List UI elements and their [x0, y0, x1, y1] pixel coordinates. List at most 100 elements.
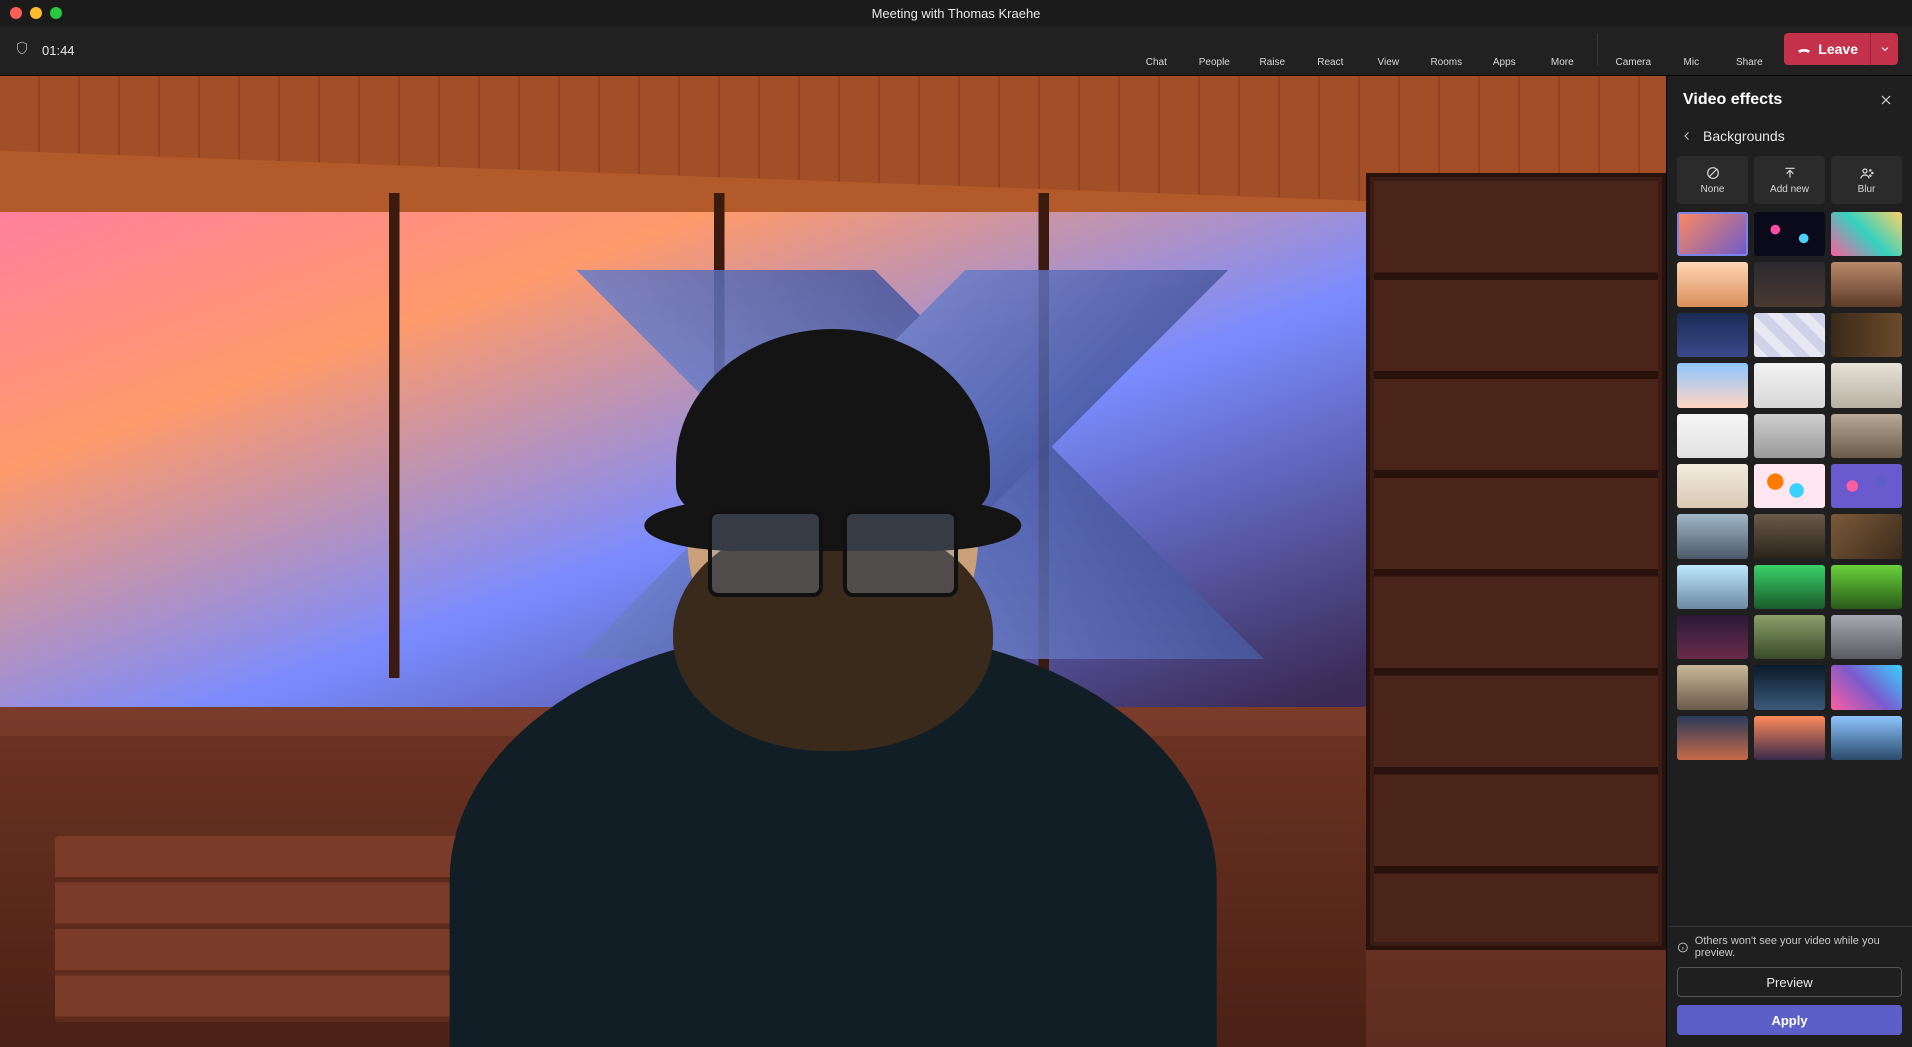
- background-thumb-planet-horizon[interactable]: [1754, 665, 1825, 709]
- rooms-label: Rooms: [1430, 57, 1462, 68]
- preview-label: Preview: [1766, 975, 1812, 990]
- raise-label: Raise: [1260, 57, 1286, 68]
- apply-button[interactable]: Apply: [1677, 1005, 1902, 1035]
- background-thumb-sunset-study[interactable]: [1677, 212, 1748, 256]
- background-thumb-minecraft-jungle[interactable]: [1754, 565, 1825, 609]
- video-stage: [0, 76, 1666, 1047]
- share-button[interactable]: Share: [1726, 33, 1772, 68]
- background-blur-button[interactable]: Blur: [1831, 156, 1902, 204]
- hangup-icon: [1796, 41, 1812, 57]
- background-thumb-lounge[interactable]: [1754, 514, 1825, 558]
- apps-label: Apps: [1493, 57, 1516, 68]
- shield-icon[interactable]: [14, 40, 30, 61]
- raise-hand-button[interactable]: Raise: [1249, 33, 1295, 68]
- view-button[interactable]: View: [1365, 33, 1411, 68]
- leave-label: Leave: [1818, 41, 1858, 57]
- react-button[interactable]: React: [1307, 33, 1353, 68]
- background-thumb-sticky-notes[interactable]: [1754, 313, 1825, 357]
- panel-close-button[interactable]: [1876, 90, 1896, 110]
- background-thumb-pink-nebula[interactable]: [1831, 665, 1902, 709]
- background-thumb-balloons[interactable]: [1754, 464, 1825, 508]
- preview-info: Others won't see your video while you pr…: [1677, 935, 1902, 959]
- background-none-button[interactable]: None: [1677, 156, 1748, 204]
- share-label: Share: [1736, 57, 1763, 68]
- preview-button[interactable]: Preview: [1677, 967, 1902, 997]
- more-label: More: [1551, 57, 1574, 68]
- info-icon: [1677, 941, 1689, 954]
- leave-main[interactable]: Leave: [1784, 41, 1870, 57]
- leave-chevron[interactable]: [1870, 33, 1898, 65]
- video-effects-panel: Video effects Backgrounds None Add new: [1666, 76, 1912, 1047]
- window-zoom-icon[interactable]: [50, 7, 62, 19]
- background-thumb-alley-arch[interactable]: [1677, 665, 1748, 709]
- leave-button[interactable]: Leave: [1784, 33, 1898, 65]
- background-shelves: [1366, 173, 1666, 950]
- background-thumb-sky-gradient[interactable]: [1677, 363, 1748, 407]
- more-button[interactable]: More: [1539, 33, 1585, 68]
- camera-button[interactable]: Camera: [1610, 33, 1656, 68]
- view-label: View: [1378, 57, 1400, 68]
- background-thumb-glacier-lake[interactable]: [1831, 716, 1902, 760]
- background-thumb-swirl-paint[interactable]: [1831, 212, 1902, 256]
- panel-subtitle: Backgrounds: [1703, 128, 1785, 144]
- blur-icon: [1859, 165, 1875, 181]
- background-thumb-grey-studio[interactable]: [1754, 414, 1825, 458]
- meeting-timer: 01:44: [42, 43, 75, 58]
- background-thumb-dim-bedroom[interactable]: [1754, 262, 1825, 306]
- preview-info-text: Others won't see your video while you pr…: [1695, 935, 1902, 959]
- window-close-icon[interactable]: [10, 7, 22, 19]
- background-thumb-minecraft-plains[interactable]: [1831, 565, 1902, 609]
- toolbar-buttons-group: Chat People Raise React View: [1133, 33, 1898, 68]
- toolbar-divider: [1597, 33, 1598, 65]
- background-thumb-stone-arch[interactable]: [1831, 615, 1902, 659]
- main-area: Video effects Backgrounds None Add new: [0, 76, 1912, 1047]
- background-thumb-cafe-corner[interactable]: [1831, 514, 1902, 558]
- mac-traffic-lights: [0, 7, 62, 19]
- background-thumb-bookshelf-narrow[interactable]: [1831, 313, 1902, 357]
- apply-label: Apply: [1771, 1013, 1807, 1028]
- chat-label: Chat: [1146, 57, 1167, 68]
- background-thumb-city-sunset[interactable]: [1754, 716, 1825, 760]
- background-thumb-cozy-desk[interactable]: [1677, 262, 1748, 306]
- background-thumb-night-sky[interactable]: [1677, 313, 1748, 357]
- chevron-left-icon: [1681, 130, 1693, 142]
- background-thumb-shop-window[interactable]: [1831, 262, 1902, 306]
- background-thumb-coast-dusk[interactable]: [1677, 716, 1748, 760]
- add-new-icon: [1782, 165, 1798, 181]
- background-thumb-cream-room[interactable]: [1677, 464, 1748, 508]
- react-label: React: [1317, 57, 1343, 68]
- background-thumb-white-room-window[interactable]: [1754, 363, 1825, 407]
- add-new-label: Add new: [1770, 184, 1809, 195]
- rooms-button[interactable]: Rooms: [1423, 33, 1469, 68]
- mic-label: Mic: [1684, 57, 1700, 68]
- background-actions-row: None Add new Blur: [1677, 156, 1902, 204]
- panel-back-button[interactable]: Backgrounds: [1667, 120, 1912, 156]
- background-thumb-bokeh-dark[interactable]: [1754, 212, 1825, 256]
- background-thumb-floating-shapes[interactable]: [1831, 464, 1902, 508]
- background-thumb-gallery-bench[interactable]: [1831, 363, 1902, 407]
- people-button[interactable]: People: [1191, 33, 1237, 68]
- none-icon: [1705, 165, 1721, 181]
- background-thumb-minecraft-snow[interactable]: [1677, 565, 1748, 609]
- window-titlebar: Meeting with Thomas Kraehe: [0, 0, 1912, 26]
- camera-label: Camera: [1616, 57, 1652, 68]
- mic-button[interactable]: Mic: [1668, 33, 1714, 68]
- panel-title: Video effects: [1683, 91, 1782, 109]
- background-add-new-button[interactable]: Add new: [1754, 156, 1825, 204]
- none-label: None: [1701, 184, 1725, 195]
- people-label: People: [1199, 57, 1230, 68]
- chevron-down-icon: [1879, 43, 1891, 55]
- window-title: Meeting with Thomas Kraehe: [0, 6, 1912, 21]
- panel-scroll-area[interactable]: None Add new Blur: [1667, 156, 1912, 926]
- background-thumb-industrial-loft[interactable]: [1831, 414, 1902, 458]
- chat-button[interactable]: Chat: [1133, 33, 1179, 68]
- background-grid: [1677, 212, 1902, 760]
- window-minimize-icon[interactable]: [30, 7, 42, 19]
- self-video-avatar: [450, 290, 1216, 1047]
- apps-button[interactable]: Apps: [1481, 33, 1527, 68]
- meeting-toolbar: 01:44 Chat People Raise React: [0, 26, 1912, 76]
- background-thumb-pixel-night[interactable]: [1677, 615, 1748, 659]
- background-thumb-valley[interactable]: [1754, 615, 1825, 659]
- background-thumb-bridge[interactable]: [1677, 514, 1748, 558]
- background-thumb-white-loft[interactable]: [1677, 414, 1748, 458]
